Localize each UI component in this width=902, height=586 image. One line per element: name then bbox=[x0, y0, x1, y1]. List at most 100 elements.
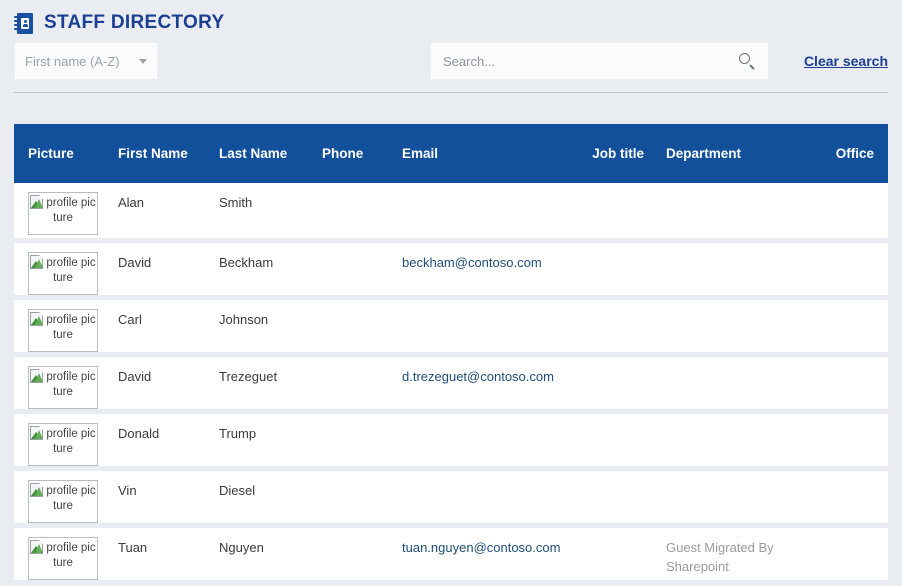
page-header: STAFF DIRECTORY bbox=[0, 0, 902, 34]
cell-picture: profile picture bbox=[14, 357, 110, 414]
cell-department: Guest Migrated By Sharepoint bbox=[658, 528, 818, 585]
cell-last-name: Trezeguet bbox=[211, 357, 314, 414]
search-input[interactable] bbox=[443, 53, 738, 69]
toolbar-divider bbox=[14, 92, 888, 93]
broken-image-icon: profile picture bbox=[28, 192, 98, 235]
cell-job-title bbox=[572, 528, 658, 585]
sort-dropdown-label: First name (A-Z) bbox=[25, 53, 120, 69]
table-header: Picture First Name Last Name Phone Email… bbox=[14, 124, 888, 183]
cell-first-name: Tuan bbox=[110, 528, 211, 585]
broken-image-glyph bbox=[30, 540, 45, 554]
table-row[interactable]: profile picture Tuan Nguyen tuan.nguyen@con… bbox=[14, 528, 888, 585]
cell-department bbox=[658, 300, 818, 357]
cell-department bbox=[658, 243, 818, 300]
column-header-phone[interactable]: Phone bbox=[314, 124, 394, 183]
profile-picture-alt-text: profile picture bbox=[46, 371, 96, 398]
cell-picture: profile picture bbox=[14, 471, 110, 528]
cell-first-name: Carl bbox=[110, 300, 211, 357]
table-row[interactable]: profile picture David Beckham beckham@conto… bbox=[14, 243, 888, 300]
sort-dropdown[interactable]: First name (A-Z) bbox=[14, 42, 158, 80]
cell-picture: profile picture bbox=[14, 528, 110, 585]
column-header-job-title[interactable]: Job title bbox=[572, 124, 658, 183]
chevron-down-icon bbox=[139, 58, 147, 64]
cell-email bbox=[394, 300, 572, 357]
cell-first-name: Donald bbox=[110, 414, 211, 471]
page-title: STAFF DIRECTORY bbox=[44, 12, 225, 33]
cell-picture: profile picture bbox=[14, 183, 110, 243]
cell-office bbox=[818, 414, 888, 471]
cell-phone bbox=[314, 528, 394, 585]
cell-department bbox=[658, 183, 818, 243]
cell-last-name: Diesel bbox=[211, 471, 314, 528]
cell-office bbox=[818, 183, 888, 243]
broken-image-icon: profile picture bbox=[28, 309, 98, 352]
profile-picture-alt-text: profile picture bbox=[46, 542, 96, 569]
cell-email bbox=[394, 183, 572, 243]
broken-image-glyph bbox=[30, 312, 45, 326]
cell-office bbox=[818, 300, 888, 357]
cell-department bbox=[658, 357, 818, 414]
table-row[interactable]: profile picture David Trezeguet d.trezeguet… bbox=[14, 357, 888, 414]
cell-first-name: David bbox=[110, 357, 211, 414]
search-icon[interactable] bbox=[738, 52, 756, 70]
cell-last-name: Beckham bbox=[211, 243, 314, 300]
broken-image-icon: profile picture bbox=[28, 537, 98, 580]
cell-job-title bbox=[572, 183, 658, 243]
cell-department bbox=[658, 471, 818, 528]
cell-first-name: Alan bbox=[110, 183, 211, 243]
cell-phone bbox=[314, 471, 394, 528]
email-link[interactable]: tuan.nguyen@contoso.com bbox=[402, 540, 560, 555]
staff-directory-table-wrap: Picture First Name Last Name Phone Email… bbox=[14, 124, 888, 585]
cell-email: beckham@contoso.com bbox=[394, 243, 572, 300]
broken-image-icon: profile picture bbox=[28, 252, 98, 295]
broken-image-icon: profile picture bbox=[28, 423, 98, 466]
cell-email bbox=[394, 471, 572, 528]
table-row[interactable]: profile picture Alan Smith bbox=[14, 183, 888, 243]
cell-first-name: Vin bbox=[110, 471, 211, 528]
cell-picture: profile picture bbox=[14, 300, 110, 357]
cell-last-name: Smith bbox=[211, 183, 314, 243]
cell-last-name: Nguyen bbox=[211, 528, 314, 585]
clear-search-link[interactable]: Clear search bbox=[804, 53, 888, 69]
broken-image-icon: profile picture bbox=[28, 366, 98, 409]
cell-email: tuan.nguyen@contoso.com bbox=[394, 528, 572, 585]
cell-office bbox=[818, 471, 888, 528]
column-header-last-name[interactable]: Last Name bbox=[211, 124, 314, 183]
column-header-picture[interactable]: Picture bbox=[14, 124, 110, 183]
cell-last-name: Trump bbox=[211, 414, 314, 471]
cell-picture: profile picture bbox=[14, 414, 110, 471]
table-row[interactable]: profile picture Carl Johnson bbox=[14, 300, 888, 357]
column-header-department[interactable]: Department bbox=[658, 124, 818, 183]
broken-image-glyph bbox=[30, 483, 45, 497]
cell-phone bbox=[314, 243, 394, 300]
broken-image-glyph bbox=[30, 255, 45, 269]
address-book-icon bbox=[14, 12, 33, 34]
table-row[interactable]: profile picture Vin Diesel bbox=[14, 471, 888, 528]
broken-image-glyph bbox=[30, 195, 45, 209]
cell-last-name: Johnson bbox=[211, 300, 314, 357]
column-header-email[interactable]: Email bbox=[394, 124, 572, 183]
cell-office bbox=[818, 528, 888, 585]
cell-email: d.trezeguet@contoso.com bbox=[394, 357, 572, 414]
cell-picture: profile picture bbox=[14, 243, 110, 300]
search-box[interactable] bbox=[430, 42, 769, 80]
cell-phone bbox=[314, 414, 394, 471]
broken-image-icon: profile picture bbox=[28, 480, 98, 523]
column-header-office[interactable]: Office bbox=[818, 124, 888, 183]
cell-phone bbox=[314, 357, 394, 414]
cell-office bbox=[818, 357, 888, 414]
cell-job-title bbox=[572, 414, 658, 471]
cell-first-name: David bbox=[110, 243, 211, 300]
email-link[interactable]: beckham@contoso.com bbox=[402, 255, 542, 270]
table-header-row: Picture First Name Last Name Phone Email… bbox=[14, 124, 888, 183]
cell-phone bbox=[314, 183, 394, 243]
table-body: profile picture Alan Smith profile picture D… bbox=[14, 183, 888, 585]
cell-job-title bbox=[572, 357, 658, 414]
profile-picture-alt-text: profile picture bbox=[46, 197, 96, 224]
department-text: Guest Migrated By Sharepoint bbox=[666, 540, 774, 574]
profile-picture-alt-text: profile picture bbox=[46, 485, 96, 512]
table-row[interactable]: profile picture Donald Trump bbox=[14, 414, 888, 471]
cell-job-title bbox=[572, 300, 658, 357]
email-link[interactable]: d.trezeguet@contoso.com bbox=[402, 369, 554, 384]
column-header-first-name[interactable]: First Name bbox=[110, 124, 211, 183]
